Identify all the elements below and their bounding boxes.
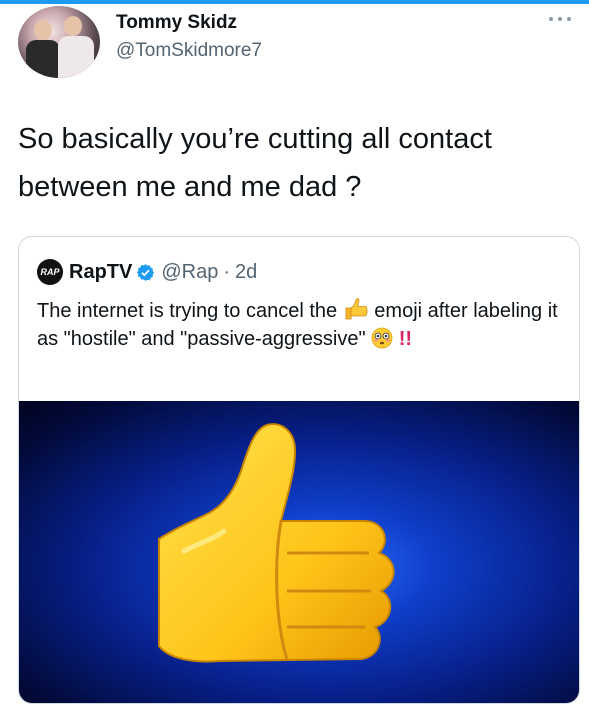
verified-badge-icon (137, 263, 155, 281)
avatar[interactable] (18, 6, 100, 78)
flushed-face-emoji-icon (371, 327, 393, 349)
user-name[interactable]: Tommy Skidz (116, 12, 237, 34)
top-accent-line (0, 0, 589, 4)
quoted-user-handle[interactable]: @Rap (161, 261, 218, 284)
raptv-logo: RAP (37, 259, 63, 285)
thumbs-up-emoji-icon (345, 298, 368, 320)
quoted-tweet-text: The internet is trying to cancel the emo… (37, 297, 562, 353)
quoted-tweet-image[interactable] (19, 401, 579, 703)
quoted-text-part1: The internet is trying to cancel the (37, 300, 338, 322)
quoted-user-name[interactable]: RapTV (69, 261, 132, 284)
quoted-tweet-time[interactable]: 2d (235, 261, 257, 284)
thumbs-up-emoji-image-icon (158, 423, 395, 663)
separator-dot: · (223, 260, 231, 283)
quoted-tweet-card[interactable]: RAP RapTV @Rap · 2d The internet is tryi… (18, 236, 580, 704)
user-handle[interactable]: @TomSkidmore7 (116, 40, 262, 62)
more-options-icon[interactable] (549, 14, 571, 24)
double-exclamation: !! (398, 328, 413, 350)
tweet-text: So basically you’re cutting all contact … (18, 123, 492, 203)
quoted-tweet-header: RAP RapTV @Rap · 2d (37, 259, 257, 285)
